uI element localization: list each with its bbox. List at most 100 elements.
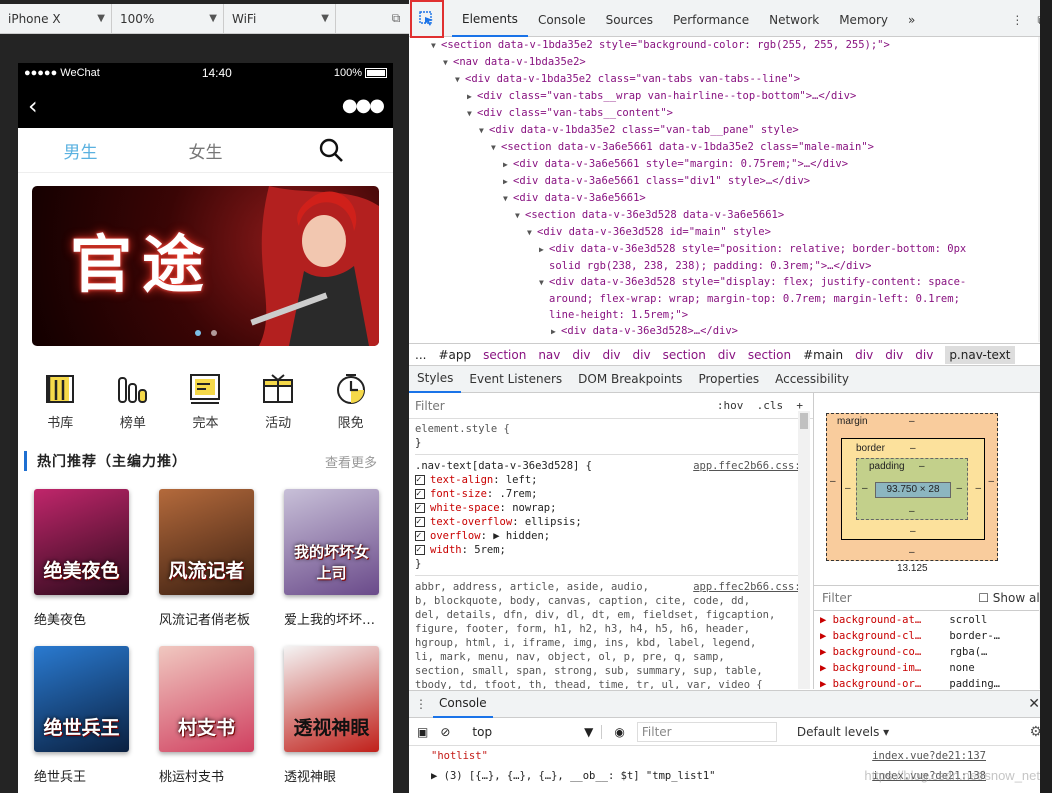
collapse-arrow-icon[interactable]: ▼ [491,140,501,156]
declaration-checkbox[interactable] [415,515,425,529]
tab-boys[interactable]: 男生 [18,138,143,163]
tab-properties[interactable]: Properties [690,366,767,393]
book-item[interactable]: 风流记者 风流记者俏老板 [159,489,254,628]
tab-accessibility[interactable]: Accessibility [767,366,857,393]
computed-property-row[interactable]: ▶ background-cl… border-… [814,628,1039,644]
book-item[interactable]: 绝世兵王 绝世兵王 [34,646,129,785]
dom-node-line[interactable]: ▼ <section data-v-3a6e5661 data-v-1bda35e… [409,139,1013,156]
styles-filter-input[interactable]: Filter [415,399,445,413]
kebab-menu-icon[interactable]: ⋮ [415,697,427,711]
rule-source-link[interactable]: app.ffec2b66.css:1 [693,459,807,473]
tab-memory[interactable]: Memory [829,4,898,37]
collapse-arrow-icon[interactable]: ▼ [455,72,465,88]
css-declaration[interactable]: white-space: nowrap; [415,501,807,515]
breadcrumb-item[interactable]: div [572,348,590,362]
category-limited-free[interactable]: 限免 [323,372,379,431]
css-declaration[interactable]: font-size: .7rem; [415,487,807,501]
dom-node-line[interactable]: ▼ <section data-v-1bda35e2 style="backgro… [409,37,1013,54]
breadcrumb-item[interactable]: div [855,348,873,362]
rotate-icon[interactable]: ⧉ [383,11,409,26]
css-declaration[interactable]: width: 5rem; [415,543,807,557]
dom-node-line[interactable]: ▼ <div class="van-tabs__content"> [409,105,1013,122]
dom-node-line[interactable]: ▶ <div data-v-36e3d528 style="position: r… [409,241,1013,258]
collapse-arrow-icon[interactable]: ▼ [431,38,441,54]
declaration-checkbox[interactable] [415,487,425,501]
dom-node-line[interactable]: around; flex-wrap: wrap; margin-top: 0.7… [409,291,1013,307]
dom-node-line[interactable]: ▶ <div data-v-36e3d528>…</div> [409,323,1013,340]
category-library[interactable]: 书库 [32,372,88,431]
breadcrumb-item[interactable]: #main [803,348,843,362]
collapse-arrow-icon[interactable]: ▼ [527,225,537,241]
dom-node-line[interactable]: ▼ <nav data-v-1bda35e2> [409,54,1013,71]
dom-node-line[interactable]: ▼ <div data-v-1bda35e2 class="van-tab__pa… [409,122,1013,139]
hov-toggle[interactable]: :hov .cls + [717,399,803,412]
category-event[interactable]: 活动 [250,372,306,431]
see-more-link[interactable]: 查看更多 [325,452,377,471]
computed-property-row[interactable]: ▶ background-at… scroll [814,612,1039,628]
computed-property-row[interactable]: ▶ background-co… rgba(… [814,644,1039,660]
dom-node-line[interactable]: ▶ <div data-v-3a6e5661 class="div1" style… [409,173,1013,190]
rule-source-link[interactable]: app.ffec2b66.css:1 [693,580,807,594]
context-select[interactable]: top ▼ [462,724,603,739]
css-property[interactable]: white-space [430,502,500,514]
console-filter-input[interactable]: Filter [636,721,777,742]
carousel-dot[interactable] [211,330,217,336]
search-button[interactable] [268,137,393,163]
tab-sources[interactable]: Sources [596,4,663,37]
dom-node-line[interactable]: ▶ <div class="van-tabs__wrap van-hairline… [409,88,1013,105]
tab-performance[interactable]: Performance [663,4,759,37]
show-all-checkbox[interactable]: ☐ Show all [978,591,1043,605]
collapse-arrow-icon[interactable]: ▼ [503,191,513,207]
expand-arrow-icon[interactable]: ▶ [551,324,561,340]
book-item[interactable]: 村支书 桃运村支书 [159,646,254,785]
network-select[interactable]: WiFi ▼ [224,3,336,34]
breadcrumb-item[interactable]: #app [438,348,471,362]
dom-node-line[interactable]: solid rgb(238, 238, 238); padding: 0.3re… [409,258,1013,274]
category-ranking[interactable]: 榜单 [105,372,161,431]
collapse-arrow-icon[interactable]: ▼ [479,123,489,139]
css-property[interactable]: overflow [430,530,481,542]
dom-node-line[interactable]: ▼ <div data-v-36e3d528 id="main" style> [409,224,1013,241]
eye-icon[interactable]: ◉ [614,725,624,739]
css-property[interactable]: width [430,544,462,556]
tab-event-listeners[interactable]: Event Listeners [461,366,570,393]
cls-label[interactable]: .cls [757,399,784,412]
breadcrumb-item[interactable]: section [483,348,526,362]
console-source-link[interactable]: index.vue?de21:137 [872,746,986,766]
dom-node-line[interactable]: ▼ <div data-v-36e3d528 style="display: fl… [409,274,1013,291]
css-property[interactable]: text-align [430,474,493,486]
clear-console-icon[interactable]: ⊘ [440,725,450,739]
dom-node-line[interactable]: ▼ <section data-v-36e3d528 data-v-3a6e566… [409,207,1013,224]
tab-console[interactable]: Console [528,4,596,37]
expand-arrow-icon[interactable]: ▶ [503,174,513,190]
declaration-checkbox[interactable] [415,473,425,487]
breadcrumb-item[interactable]: div [915,348,933,362]
banner-carousel[interactable]: 官途 [32,186,379,346]
console-tab[interactable]: Console [433,691,493,718]
zoom-select[interactable]: 100% ▼ [112,3,224,34]
sidebar-toggle-icon[interactable]: ▣ [417,725,428,739]
book-item[interactable]: 绝美夜色 绝美夜色 [34,489,129,628]
css-declaration[interactable]: text-align: left; [415,473,807,487]
breadcrumb-item[interactable]: nav [538,348,560,362]
expand-arrow-icon[interactable]: ▶ [467,89,477,105]
inspect-element-button[interactable] [410,0,444,38]
dom-node-line[interactable]: ▼ <div data-v-3a6e5661> [409,190,1013,207]
more-tabs-button[interactable]: » [898,4,925,37]
tab-network[interactable]: Network [759,4,829,37]
collapse-arrow-icon[interactable]: ▼ [539,275,549,291]
breadcrumb-item[interactable]: ... [415,348,426,362]
dom-node-line[interactable]: ▶ <div data-v-3a6e5661 style="margin: 0.7… [409,156,1013,173]
book-item[interactable]: 透视神眼 透视神眼 [284,646,379,785]
breadcrumb-item[interactable]: p.nav-text [945,345,1015,364]
css-declaration[interactable]: overflow: ▶ hidden; [415,529,807,543]
css-value[interactable]: : ▶ hidden; [481,530,551,542]
collapse-arrow-icon[interactable]: ▼ [551,341,561,342]
breadcrumb-item[interactable]: div [885,348,903,362]
carousel-dot[interactable] [195,330,201,336]
collapse-arrow-icon[interactable]: ▼ [467,106,477,122]
css-value[interactable]: : .7rem; [487,488,538,500]
breadcrumb-item[interactable]: section [663,348,706,362]
breadcrumb-item[interactable]: div [602,348,620,362]
breadcrumb-item[interactable]: div [633,348,651,362]
